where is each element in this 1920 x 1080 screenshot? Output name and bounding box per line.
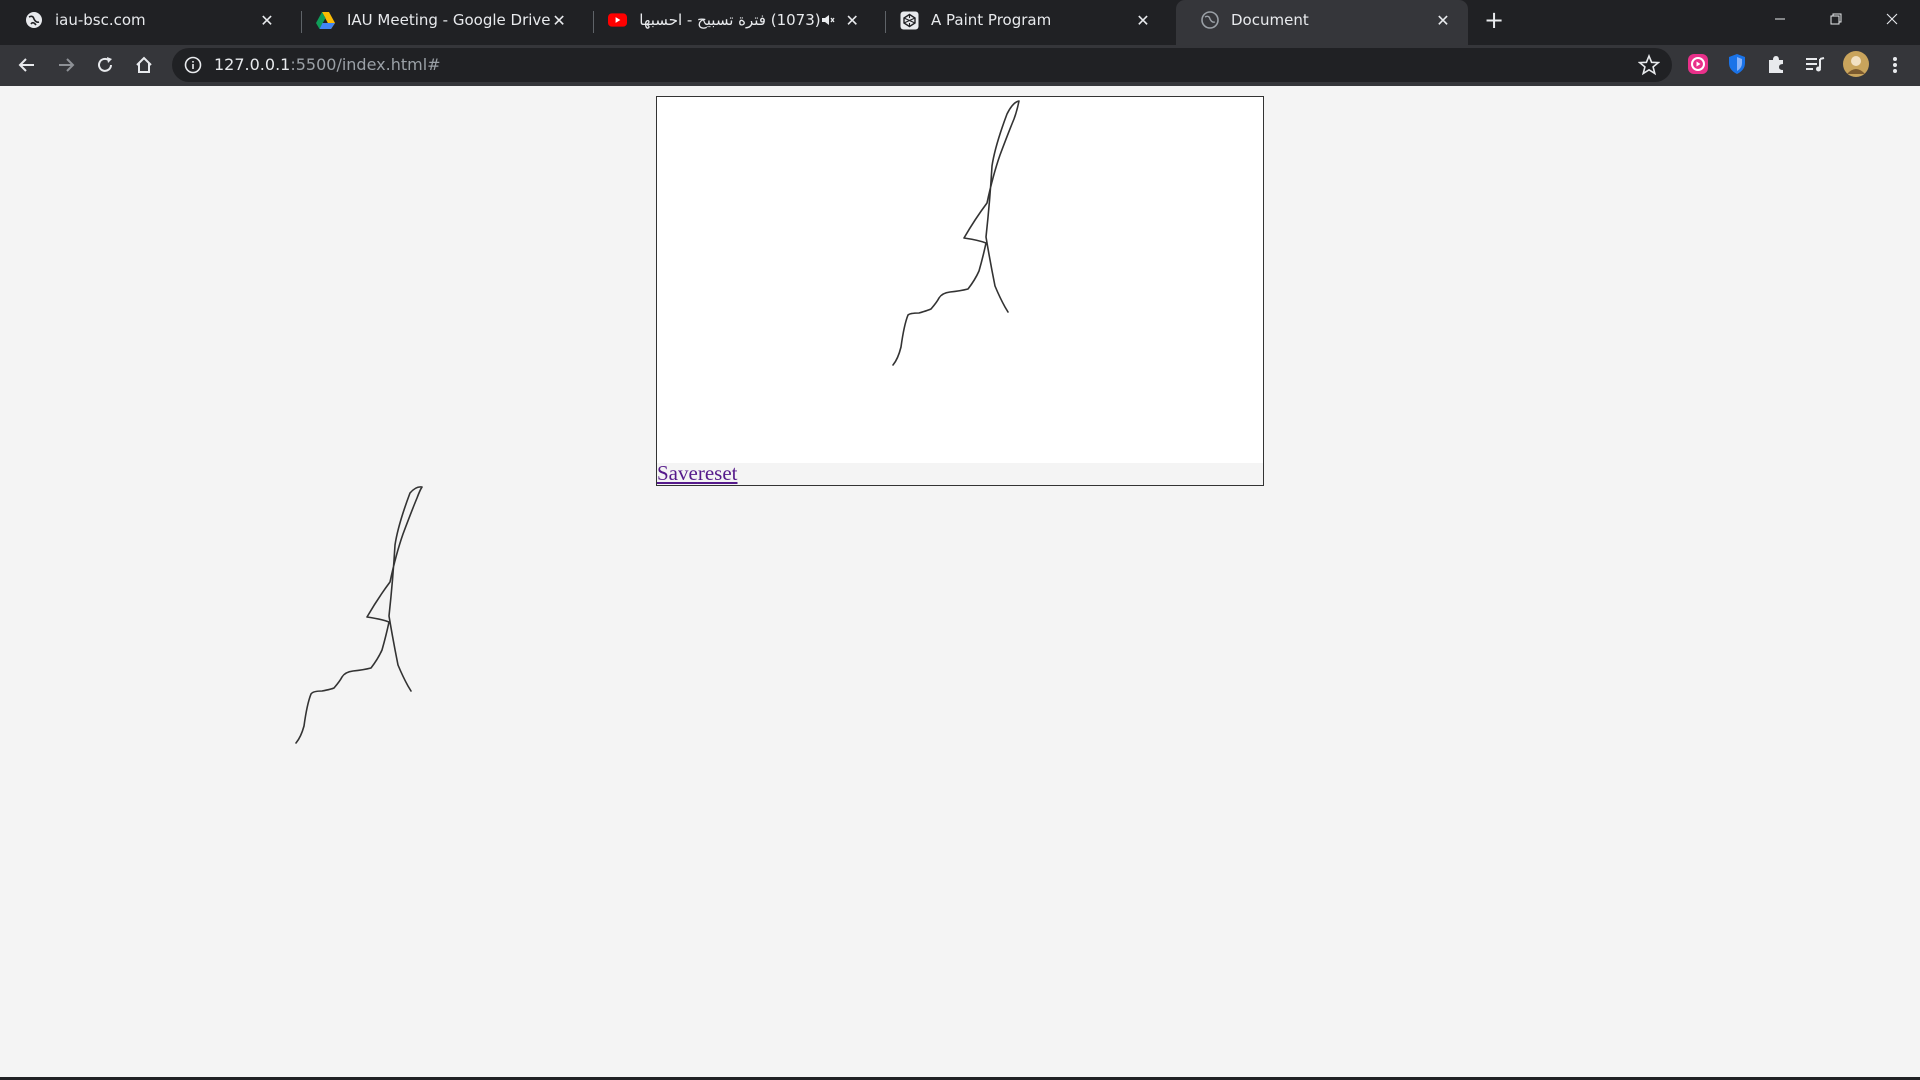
tab-youtube[interactable]: (1073) فترة تسبيح - احسبها صح ✕ bbox=[584, 0, 876, 40]
close-icon[interactable]: ✕ bbox=[258, 11, 276, 30]
url-text[interactable]: 127.0.0.1:5500/index.html# bbox=[214, 55, 441, 74]
forward-button[interactable] bbox=[51, 50, 81, 80]
home-icon bbox=[136, 56, 152, 73]
tab-google-drive[interactable]: IAU Meeting - Google Drive ✕ bbox=[292, 0, 584, 40]
puzzle-icon[interactable] bbox=[1763, 51, 1789, 77]
avatar[interactable] bbox=[1842, 50, 1870, 78]
tab-label: Document bbox=[1231, 11, 1309, 29]
address-bar[interactable]: 127.0.0.1:5500/index.html# bbox=[172, 48, 1672, 82]
menu-button[interactable] bbox=[1880, 50, 1910, 80]
url-host: 127.0.0.1 bbox=[214, 55, 291, 74]
tab-label: (1073) فترة تسبيح - احسبها صح bbox=[639, 11, 821, 29]
save-link[interactable]: Save bbox=[657, 461, 698, 485]
tab-iau-bsc[interactable]: iau-bsc.com ✕ bbox=[0, 0, 292, 40]
globe-icon bbox=[24, 11, 43, 30]
codepen-icon bbox=[900, 11, 919, 30]
kebab-menu-icon bbox=[1893, 57, 1897, 73]
shield-icon[interactable] bbox=[1724, 51, 1750, 77]
canvas-stroke bbox=[892, 100, 1020, 366]
close-icon[interactable]: ✕ bbox=[844, 11, 860, 30]
arrow-right-icon bbox=[59, 58, 75, 72]
reload-button[interactable] bbox=[90, 50, 120, 80]
info-icon[interactable] bbox=[184, 56, 202, 74]
close-icon[interactable]: ✕ bbox=[1134, 11, 1152, 30]
tab-label: IAU Meeting - Google Drive bbox=[347, 11, 551, 29]
star-icon[interactable] bbox=[1638, 54, 1660, 76]
reset-link[interactable]: reset bbox=[698, 461, 738, 485]
extension-icon[interactable] bbox=[1685, 51, 1711, 77]
action-links: Savereset bbox=[657, 461, 737, 486]
new-tab-button[interactable]: + bbox=[1480, 6, 1508, 34]
url-path: :5500/index.html# bbox=[290, 55, 441, 74]
media-queue-icon[interactable] bbox=[1802, 51, 1828, 77]
close-icon[interactable]: ✕ bbox=[1434, 11, 1452, 30]
drawing-stroke bbox=[295, 486, 423, 744]
mute-icon[interactable] bbox=[821, 11, 837, 29]
youtube-icon bbox=[608, 11, 627, 30]
tab-label: A Paint Program bbox=[931, 11, 1052, 29]
tab-document[interactable]: Document ✕ bbox=[1176, 0, 1468, 45]
reload-icon bbox=[98, 57, 112, 72]
close-window-button[interactable] bbox=[1864, 0, 1920, 38]
globe-icon bbox=[1200, 11, 1219, 30]
paint-container: Savereset bbox=[656, 96, 1264, 486]
drawing-canvas[interactable] bbox=[657, 97, 1263, 463]
tab-paint-program[interactable]: A Paint Program ✕ bbox=[876, 0, 1168, 40]
close-icon[interactable]: ✕ bbox=[550, 11, 568, 30]
back-button[interactable] bbox=[12, 50, 42, 80]
home-button[interactable] bbox=[129, 50, 159, 80]
arrow-left-icon bbox=[18, 58, 34, 72]
tab-label: iau-bsc.com bbox=[55, 11, 146, 29]
restore-button[interactable] bbox=[1808, 0, 1864, 38]
minimize-button[interactable] bbox=[1752, 0, 1808, 38]
google-drive-icon bbox=[316, 11, 335, 30]
